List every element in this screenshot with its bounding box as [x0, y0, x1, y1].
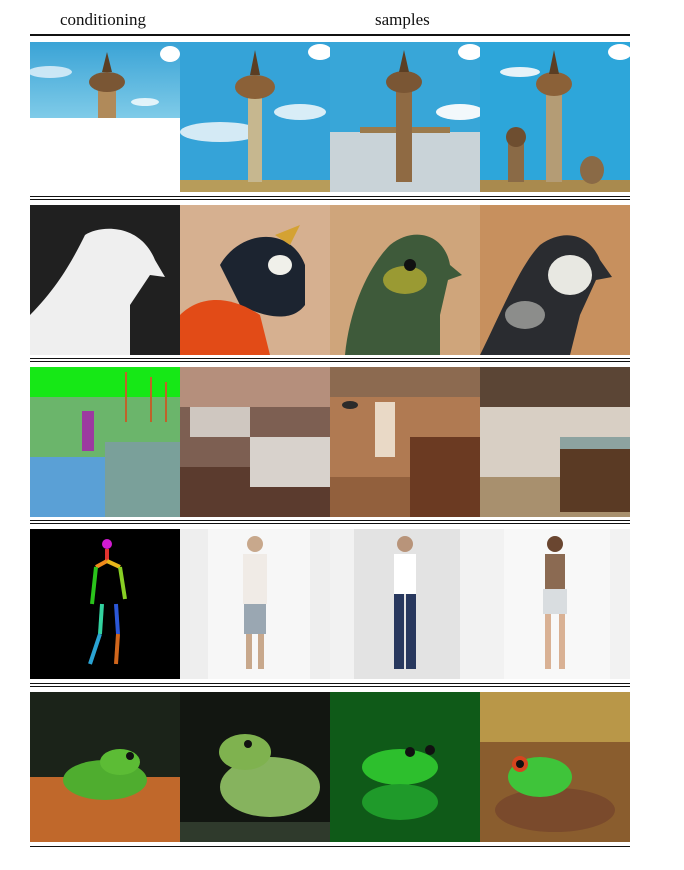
top-rule: [30, 34, 630, 36]
sample-interior-2: [330, 367, 480, 517]
figure-row-frog: [30, 692, 630, 842]
sample-fashion-1: [180, 529, 330, 679]
sample-tower-2: [330, 42, 480, 192]
sample-fashion-3: [480, 529, 630, 679]
figure-row-bird: [30, 205, 630, 355]
sample-frog-2: [330, 692, 480, 842]
header-samples: samples: [375, 10, 430, 29]
sample-bird-2: [330, 205, 480, 355]
conditioning-partial-image: [30, 42, 180, 192]
row-rule-2: [30, 358, 630, 359]
sample-frog-3: [480, 692, 630, 842]
bottom-rule: [30, 846, 630, 847]
conditioning-pose-skeleton: [30, 529, 180, 679]
sample-frog-1: [180, 692, 330, 842]
sample-bird-3: [480, 205, 630, 355]
conditioning-depth-map: [30, 205, 180, 355]
sample-tower-1: [180, 42, 330, 192]
conditioning-frog-photo: [30, 692, 180, 842]
conditioning-segmentation-map: [30, 367, 180, 517]
row-rule-4: [30, 683, 630, 684]
sample-interior-3: [480, 367, 630, 517]
row-rule-3: [30, 520, 630, 521]
row-rule-1: [30, 196, 630, 197]
sample-interior-1: [180, 367, 330, 517]
sample-tower-3: [480, 42, 630, 192]
figure-row-interior: [30, 367, 630, 517]
header-conditioning: conditioning: [60, 10, 146, 29]
figure-row-tower: [30, 42, 630, 192]
sample-bird-1: [180, 205, 330, 355]
figure-row-pose: [30, 529, 630, 679]
sample-fashion-2: [330, 529, 480, 679]
